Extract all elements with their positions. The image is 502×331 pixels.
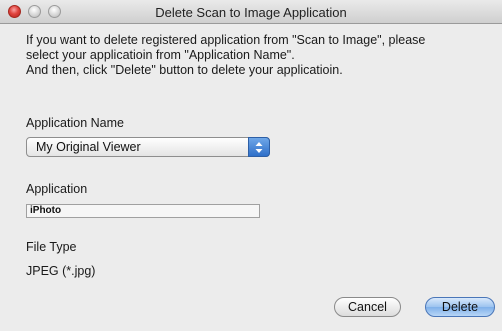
window-title: Delete Scan to Image Application	[155, 5, 347, 20]
dialog-window: Delete Scan to Image Application If you …	[0, 0, 502, 331]
title-bar[interactable]: Delete Scan to Image Application	[0, 0, 502, 24]
instruction-line-3: And then, click "Delete" button to delet…	[26, 63, 343, 77]
application-field: iPhoto	[26, 204, 260, 218]
cancel-button[interactable]: Cancel	[334, 297, 401, 317]
delete-button[interactable]: Delete	[425, 297, 495, 317]
application-label: Application	[26, 182, 88, 196]
application-value: iPhoto	[30, 205, 62, 216]
instruction-text: If you want to delete registered applica…	[26, 33, 486, 78]
application-name-selected: My Original Viewer	[36, 140, 141, 154]
file-type-label: File Type	[26, 240, 77, 254]
application-name-popup[interactable]: My Original Viewer	[26, 137, 270, 157]
popup-arrows-icon[interactable]	[248, 137, 270, 157]
instruction-line-2: select your applicatioin from "Applicati…	[26, 48, 295, 62]
instruction-line-1: If you want to delete registered applica…	[26, 33, 426, 47]
application-name-label: Application Name	[26, 116, 124, 130]
file-type-value: JPEG (*.jpg)	[26, 264, 96, 278]
